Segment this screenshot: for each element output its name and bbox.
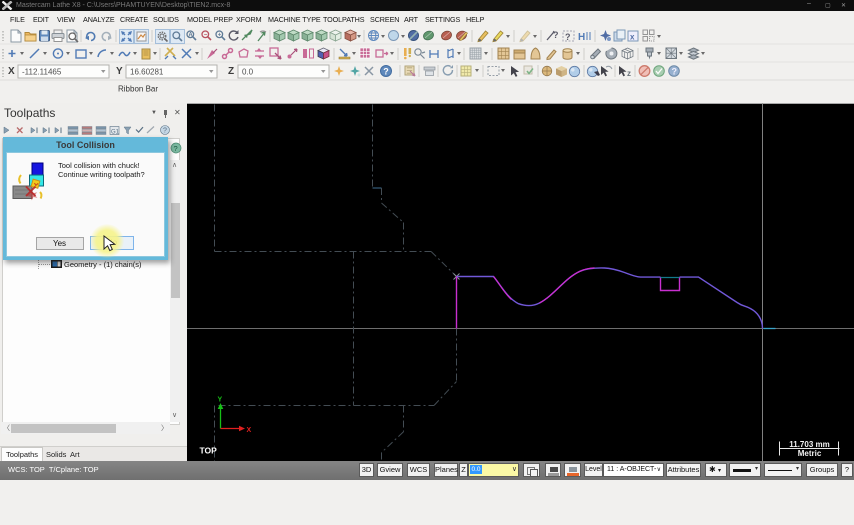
svg-text:Y: Y: [218, 397, 223, 404]
svg-text:x: x: [630, 33, 635, 42]
svg-text:11.703 mm: 11.703 mm: [789, 440, 829, 449]
svg-text:?: ?: [174, 144, 178, 153]
svg-text:-112.11465: -112.11465: [22, 68, 62, 77]
svg-text:Metric: Metric: [798, 449, 822, 458]
svg-text:TOP: TOP: [200, 446, 218, 456]
svg-text:?: ?: [672, 67, 678, 77]
svg-text:0.0: 0.0: [242, 68, 254, 77]
svg-text:?: ?: [565, 32, 571, 42]
svg-text:−: −: [204, 33, 208, 39]
svg-text:Ribbon Bar: Ribbon Bar: [118, 85, 158, 94]
svg-text:?: ?: [163, 128, 167, 135]
svg-text:+: +: [218, 33, 222, 39]
svg-text:G1: G1: [111, 130, 120, 136]
svg-text:A: A: [188, 33, 193, 39]
svg-text:?: ?: [383, 67, 389, 77]
svg-text:16.60281: 16.60281: [130, 68, 164, 77]
svg-text:Z: Z: [228, 66, 234, 77]
svg-text:Y: Y: [116, 66, 123, 77]
svg-text:?: ?: [553, 30, 559, 40]
svg-text:X: X: [8, 66, 15, 77]
svg-text:X: X: [247, 427, 252, 434]
svg-text:z: z: [627, 69, 631, 78]
svg-text:H: H: [578, 32, 585, 43]
